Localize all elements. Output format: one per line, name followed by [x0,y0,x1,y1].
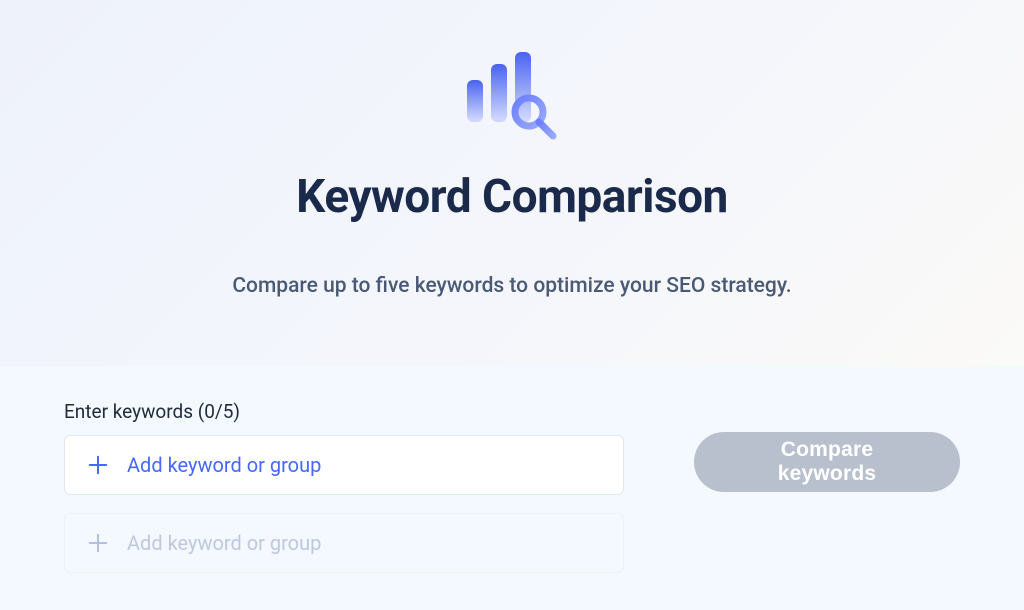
compare-keywords-button[interactable]: Compare keywords [694,432,960,492]
page-subtitle: Compare up to five keywords to optimize … [232,274,791,298]
keyword-input-placeholder: Add keyword or group [127,531,321,555]
enter-keywords-label: Enter keywords (0/5) [64,400,624,423]
bar-chart-search-icon [457,50,567,140]
actions-column: Compare keywords [694,400,960,492]
hero-section: Keyword Comparison Compare up to five ke… [0,0,1024,366]
page-title: Keyword Comparison [296,170,728,224]
plus-icon [87,454,109,476]
keyword-input-placeholder: Add keyword or group [127,453,321,477]
keyword-input-row[interactable]: Add keyword or group [64,435,624,495]
keyword-form-area: Enter keywords (0/5) Add keyword or grou… [0,366,1024,610]
plus-icon [87,532,109,554]
keyword-input-row[interactable]: Add keyword or group [64,513,624,573]
keyword-inputs-column: Enter keywords (0/5) Add keyword or grou… [64,400,624,591]
